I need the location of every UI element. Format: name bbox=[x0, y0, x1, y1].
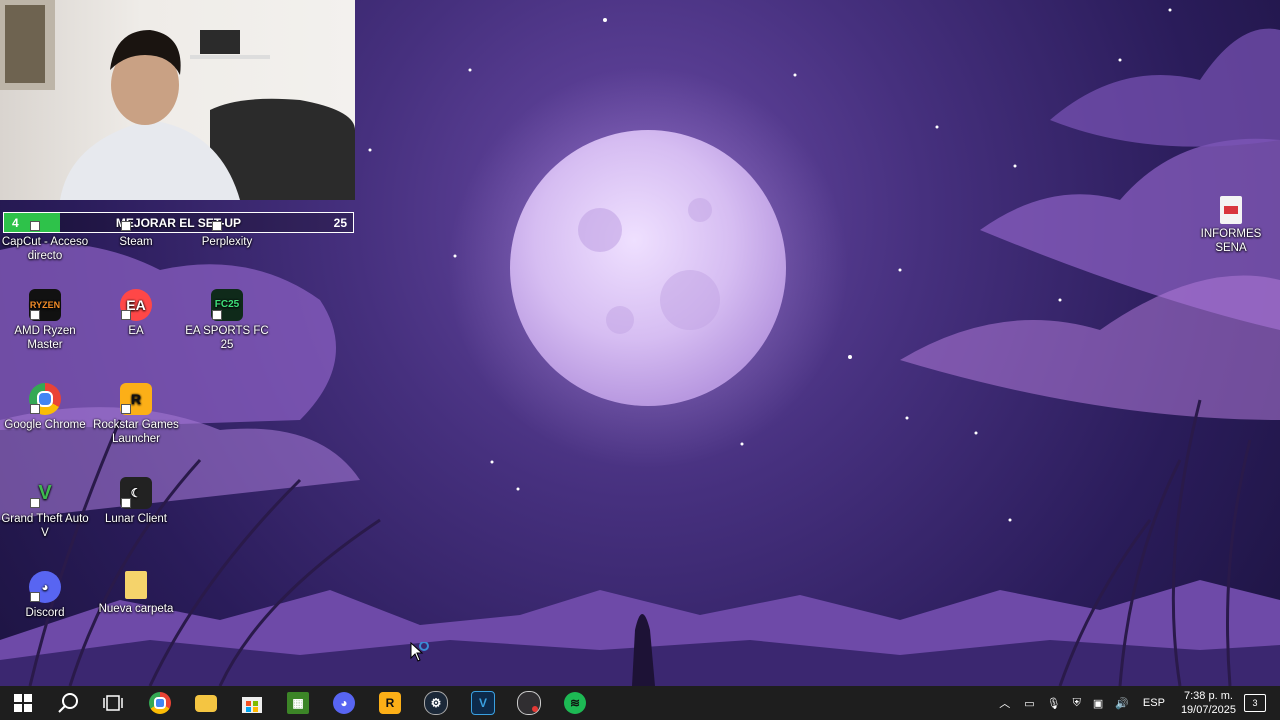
taskbar-steam[interactable]: ⚙ bbox=[413, 686, 459, 720]
taskbar-spotify[interactable]: ≋ bbox=[552, 686, 598, 720]
minecraft-icon: ▦ bbox=[287, 692, 309, 714]
action-center-notification-icon[interactable]: 3 bbox=[1244, 694, 1266, 712]
taskbar-vegas[interactable]: V bbox=[460, 686, 506, 720]
lunar-client-icon: ☾ bbox=[120, 477, 152, 509]
taskbar-obs[interactable] bbox=[506, 686, 552, 720]
task-view-icon bbox=[103, 695, 123, 711]
mouse-cursor-busy-icon bbox=[410, 642, 429, 662]
chrome-icon bbox=[149, 692, 171, 714]
ea-icon: EA bbox=[120, 289, 152, 321]
desktop-icon-label: Google Chrome bbox=[4, 419, 86, 431]
desktop-icon-label: Perplexity bbox=[201, 236, 253, 248]
steam-icon: ⚙ bbox=[424, 691, 448, 715]
desktop-icon-label: Discord bbox=[25, 607, 65, 619]
taskbar-discord[interactable]: ◕ bbox=[321, 686, 367, 720]
microsoft-store-icon bbox=[242, 697, 262, 713]
taskbar-rockstar[interactable]: R bbox=[367, 686, 413, 720]
pdf-document-icon bbox=[1220, 196, 1242, 224]
rockstar-icon: R bbox=[379, 692, 401, 714]
notification-count: 3 bbox=[1252, 698, 1258, 708]
desktop-icon-label: Nueva carpeta bbox=[98, 603, 174, 615]
taskbar-file-explorer[interactable] bbox=[183, 686, 229, 720]
goal-target: 25 bbox=[333, 216, 347, 230]
vegas-icon: V bbox=[471, 691, 495, 715]
desktop-icon-label: Grand Theft Auto V bbox=[1, 513, 89, 539]
clock[interactable]: 7:38 p. m. 19/07/2025 bbox=[1181, 689, 1236, 717]
desktop-icon-nueva-carpeta[interactable]: Nueva carpeta bbox=[91, 571, 181, 616]
webcam-overlay bbox=[0, 0, 355, 200]
perplexity-icon bbox=[211, 200, 243, 232]
desktop-icon-gta-v[interactable]: V Grand Theft Auto V bbox=[0, 477, 90, 540]
security-shield-icon[interactable]: ⛨ bbox=[1073, 697, 1081, 710]
desktop-icon-label: Lunar Client bbox=[104, 513, 167, 525]
clock-date: 19/07/2025 bbox=[1180, 704, 1236, 716]
taskbar: ▦ ◕ R ⚙ V ≋ ︿ ▭ 🎙 ⛨ ▣ 🔊 ESP 7:38 p. m. 1… bbox=[0, 686, 1280, 720]
desktop-icon-label: CapCut - Acceso directo bbox=[1, 236, 89, 262]
taskbar-minecraft[interactable]: ▦ bbox=[275, 686, 321, 720]
desktop-icon-label: INFORMES SENA bbox=[1200, 228, 1262, 254]
fc25-icon: FC25 bbox=[211, 289, 243, 321]
desktop-icon-label: EA bbox=[128, 325, 144, 337]
desktop-icon-amd-ryzen-master[interactable]: RYZEN AMD Ryzen Master bbox=[0, 289, 90, 352]
desktop-icon-label: EA SPORTS FC 25 bbox=[185, 325, 269, 351]
amd-ryzen-icon: RYZEN bbox=[29, 289, 61, 321]
spotify-icon: ≋ bbox=[564, 692, 586, 714]
windows-start-icon bbox=[14, 694, 32, 712]
desktop-icon-steam[interactable]: Steam bbox=[91, 200, 181, 249]
search-button[interactable] bbox=[46, 686, 92, 720]
start-button[interactable] bbox=[0, 686, 46, 720]
desktop-icon-discord[interactable]: ◕ Discord bbox=[0, 571, 90, 620]
folder-icon bbox=[125, 571, 147, 599]
chrome-icon bbox=[29, 383, 61, 415]
task-view-button[interactable] bbox=[90, 686, 136, 720]
desktop-icon-label: Rockstar Games Launcher bbox=[93, 419, 179, 445]
microphone-icon[interactable]: 🎙 bbox=[1047, 697, 1061, 710]
desktop-icon-label: Steam bbox=[119, 236, 153, 248]
steam-icon bbox=[120, 200, 152, 232]
system-tray: ︿ ▭ 🎙 ⛨ ▣ 🔊 ESP 7:38 p. m. 19/07/2025 3 bbox=[991, 686, 1280, 720]
meet-now-camera-icon[interactable]: ▭ bbox=[1024, 697, 1034, 710]
rockstar-icon: R bbox=[120, 383, 152, 415]
clock-time: 7:38 p. m. bbox=[1184, 690, 1233, 702]
search-icon bbox=[58, 693, 78, 713]
input-language[interactable]: ESP bbox=[1143, 697, 1165, 709]
desktop-icon-ea[interactable]: EA EA bbox=[91, 289, 181, 338]
desktop-icon-label: AMD Ryzen Master bbox=[14, 325, 76, 351]
capcut-icon bbox=[29, 200, 61, 232]
show-hidden-icons-chevron-up-icon[interactable]: ︿ bbox=[999, 695, 1010, 711]
obs-icon bbox=[517, 691, 541, 715]
volume-icon[interactable]: 🔊 bbox=[1115, 697, 1129, 710]
taskbar-microsoft-store[interactable] bbox=[229, 686, 275, 720]
gta-v-icon: V bbox=[29, 477, 61, 509]
network-icon[interactable]: ▣ bbox=[1093, 697, 1103, 710]
file-explorer-icon bbox=[195, 694, 217, 712]
desktop-icon-google-chrome[interactable]: Google Chrome bbox=[0, 383, 90, 432]
desktop-icon-informes-sena[interactable]: INFORMES SENA bbox=[1186, 196, 1276, 255]
desktop-icon-capcut[interactable]: CapCut - Acceso directo bbox=[0, 200, 90, 263]
desktop-icon-rockstar-launcher[interactable]: R Rockstar Games Launcher bbox=[91, 383, 181, 446]
desktop-icon-perplexity[interactable]: Perplexity bbox=[182, 200, 272, 249]
discord-icon: ◕ bbox=[29, 571, 61, 603]
desktop-icon-lunar-client[interactable]: ☾ Lunar Client bbox=[91, 477, 181, 526]
discord-icon: ◕ bbox=[333, 692, 355, 714]
taskbar-chrome[interactable] bbox=[137, 686, 183, 720]
desktop-icon-ea-sports-fc25[interactable]: FC25 EA SPORTS FC 25 bbox=[182, 289, 272, 352]
